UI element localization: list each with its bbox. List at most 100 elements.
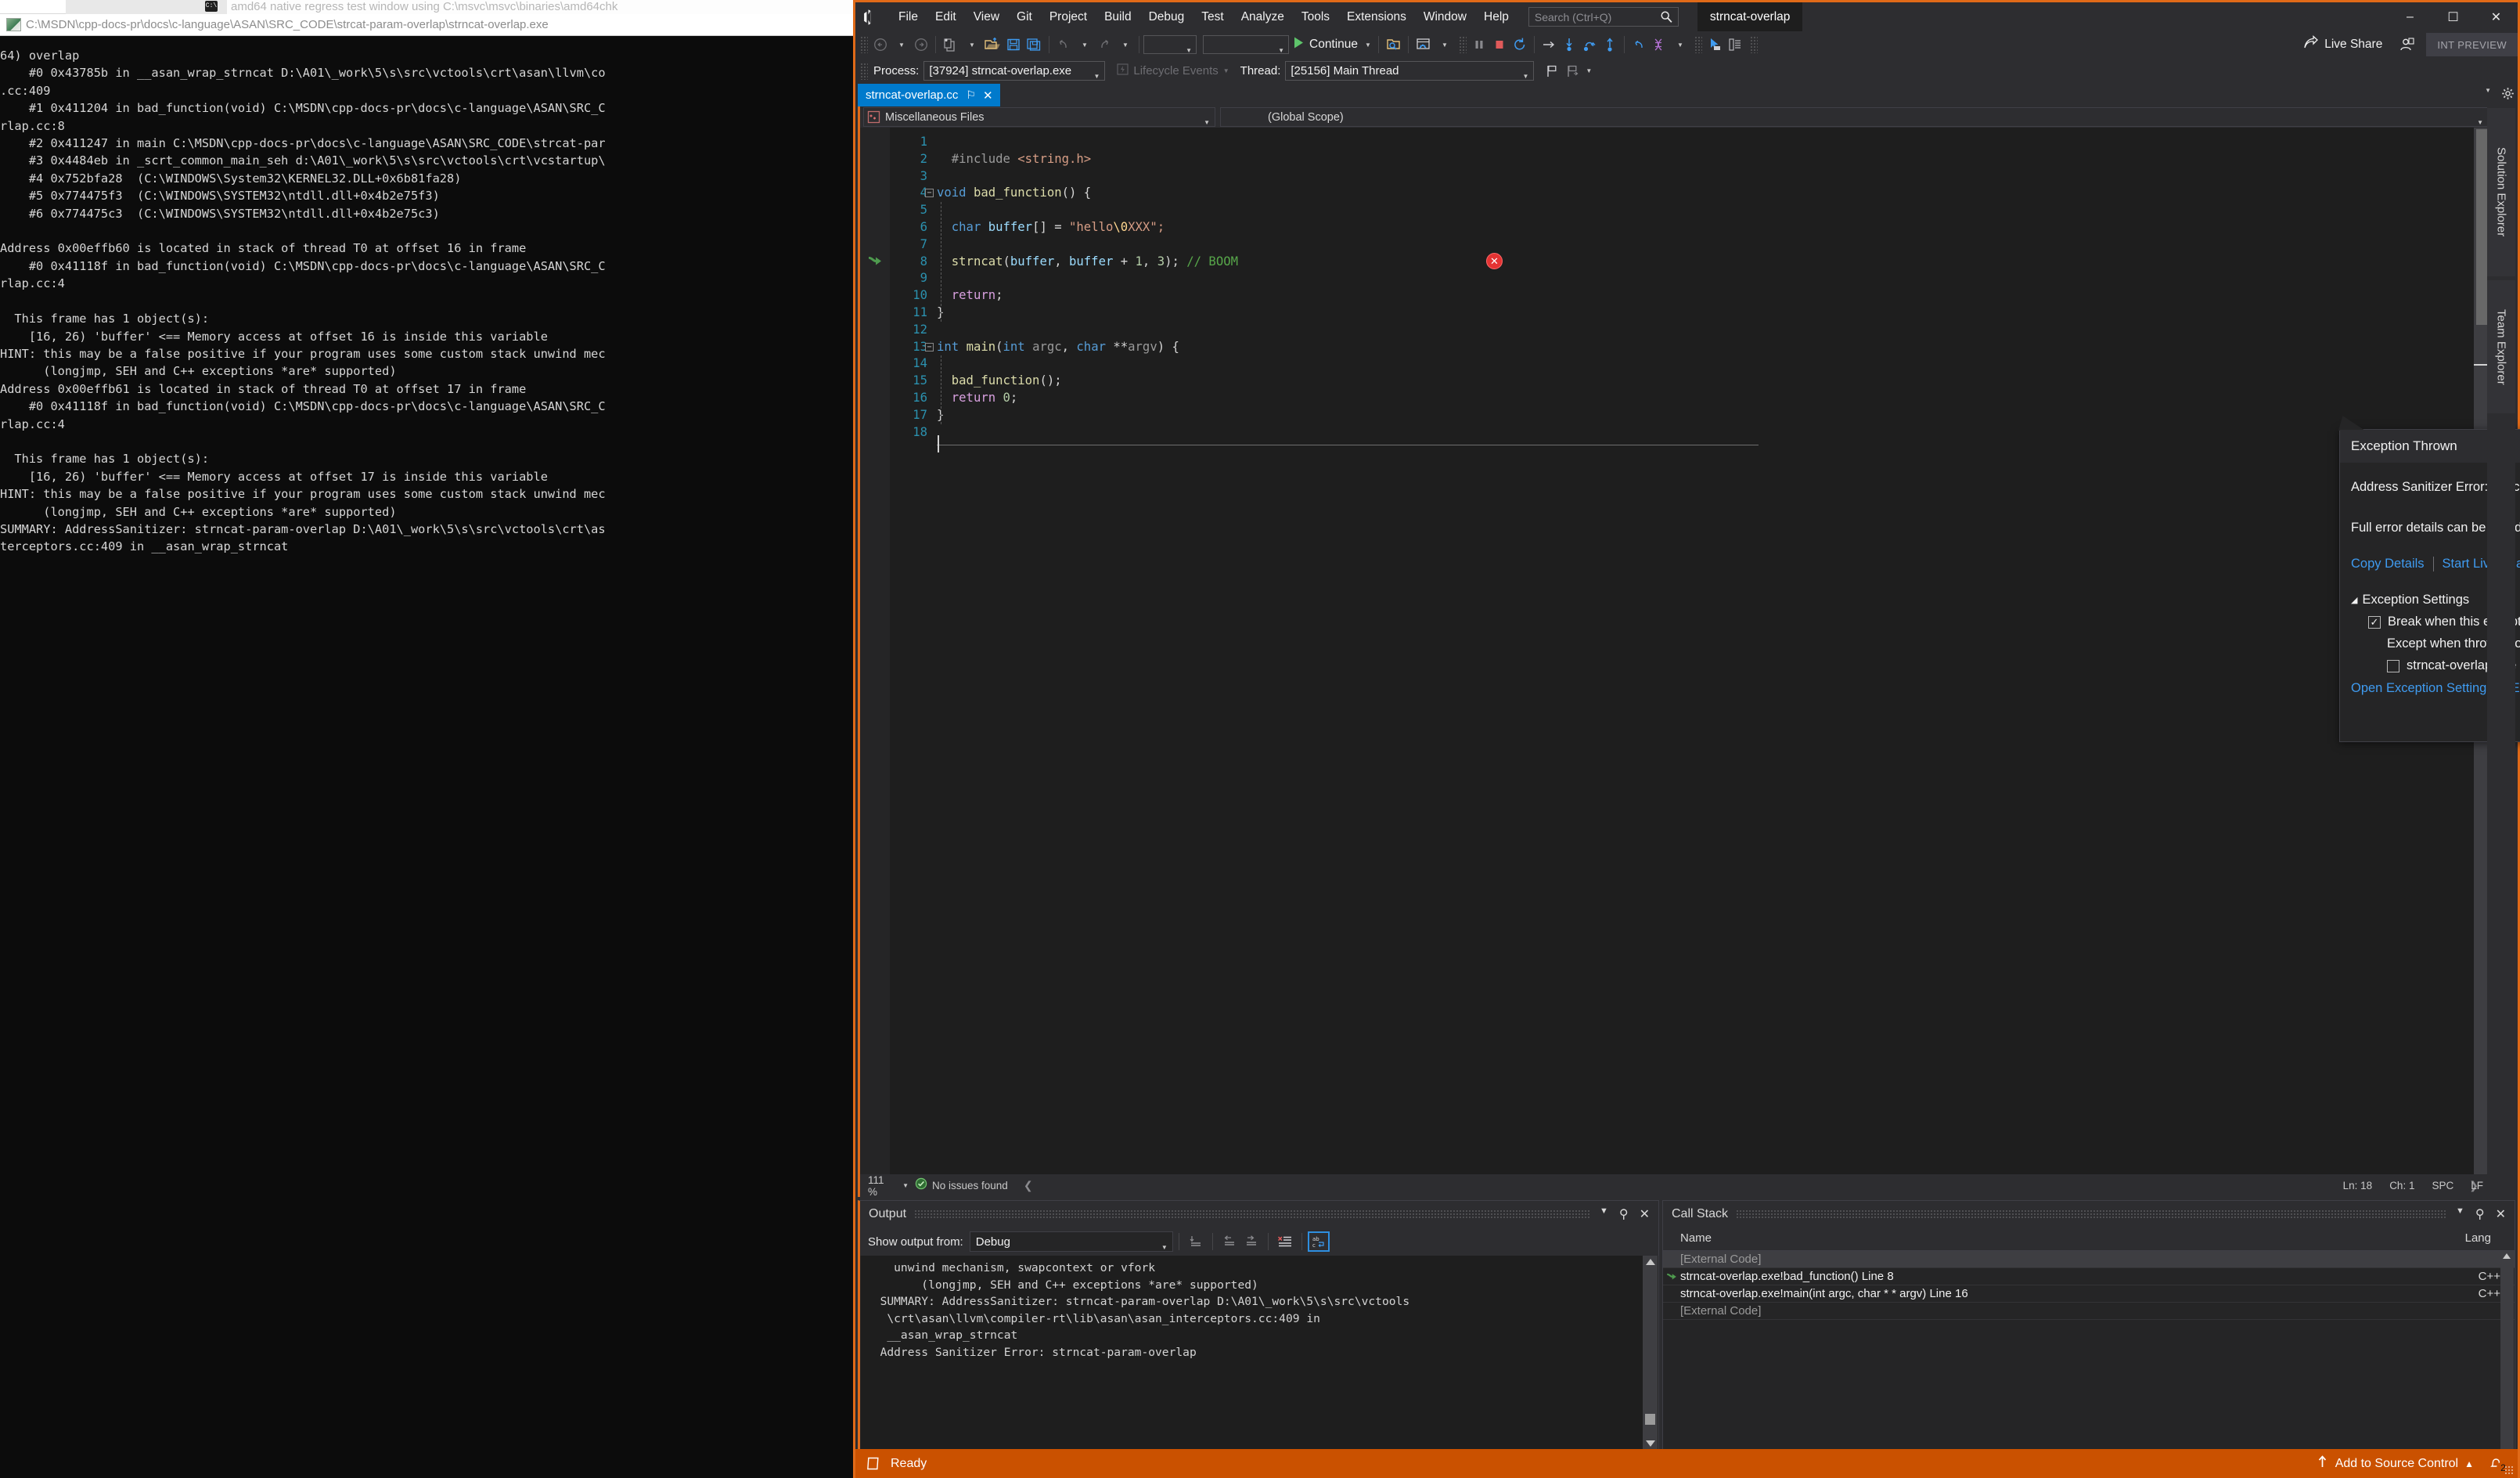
call-stack-row[interactable]: [External Code] <box>1663 1303 2515 1320</box>
hot-reload-dropdown-icon[interactable]: ▼ <box>1434 34 1454 55</box>
menu-item-debug[interactable]: Debug <box>1140 2 1193 31</box>
menu-item-view[interactable]: View <box>965 2 1008 31</box>
restart-icon[interactable] <box>1510 34 1530 55</box>
live-share-button[interactable]: Live Share <box>2299 34 2387 55</box>
code-line[interactable]: 5 <box>860 202 2476 219</box>
prev-issue-icon[interactable]: ❮ <box>1024 1179 1033 1192</box>
zoom-level-combo[interactable]: 111 % ▼ <box>863 1174 909 1198</box>
scrollbar-thumb[interactable] <box>2476 129 2487 325</box>
code-line[interactable]: 7 <box>860 236 2476 254</box>
close-icon[interactable]: ✕ <box>983 88 993 103</box>
chevron-down-icon[interactable]: ▼ <box>2456 1206 2464 1222</box>
configuration-combo[interactable]: ▼ <box>1143 35 1197 54</box>
output-vertical-scrollbar[interactable] <box>1643 1256 1658 1451</box>
redo-dropdown-icon[interactable]: ▼ <box>1114 34 1135 55</box>
account-icon[interactable] <box>2396 34 2417 55</box>
pin-icon[interactable]: ⚲ <box>2475 1206 2485 1222</box>
code-line[interactable]: 3 <box>860 168 2476 186</box>
toolbar-grip[interactable] <box>1749 36 1758 53</box>
navigate-backward-icon[interactable] <box>870 34 891 55</box>
vertical-tab-team-explorer[interactable]: Team Explorer <box>2487 280 2515 413</box>
menu-item-edit[interactable]: Edit <box>927 2 965 31</box>
column-header-lang[interactable]: Lang <box>2465 1231 2491 1245</box>
redo-icon[interactable] <box>1094 34 1114 55</box>
menu-item-test[interactable]: Test <box>1193 2 1232 31</box>
stop-debugging-icon[interactable] <box>1489 34 1510 55</box>
close-button[interactable]: ✕ <box>2475 2 2518 31</box>
menu-item-git[interactable]: Git <box>1008 2 1041 31</box>
console-titlebar[interactable]: C:\MSDN\cpp-docs-pr\docs\c-language\ASAN… <box>0 14 853 36</box>
member-scope-combo[interactable]: (Global Scope) ▼ <box>1220 107 2489 127</box>
code-text-area[interactable]: 12 #include <string.h> 3 4− void bad_functi… <box>860 128 2476 1174</box>
menu-item-project[interactable]: Project <box>1041 2 1096 31</box>
flag-thread-icon[interactable] <box>1542 61 1562 81</box>
code-line[interactable]: 14 <box>860 355 2476 373</box>
close-icon[interactable]: ✕ <box>2496 1206 2506 1222</box>
go-to-previous-message-icon[interactable] <box>1219 1231 1240 1252</box>
threads-dropdown-icon[interactable]: ▼ <box>1669 34 1690 55</box>
lifecycle-dropdown-icon[interactable]: ▼ <box>1223 67 1229 74</box>
hot-reload-icon[interactable] <box>1413 34 1434 55</box>
copy-details-link[interactable]: Copy Details <box>2351 557 2425 571</box>
gear-icon[interactable] <box>2501 87 2515 104</box>
code-line[interactable]: 4− void bad_function() { <box>860 185 2476 202</box>
continue-dropdown-icon[interactable]: ▼ <box>1365 41 1371 49</box>
debugbar-grip[interactable] <box>860 62 868 80</box>
toolbar-grip[interactable] <box>1458 36 1467 53</box>
scrollbar-thumb[interactable] <box>1645 1414 1655 1425</box>
toolbar-grip[interactable] <box>1694 36 1702 53</box>
code-line[interactable]: 15 bad_function(); <box>860 373 2476 390</box>
toolbar-grip[interactable] <box>860 36 868 53</box>
live-visual-tree-icon[interactable] <box>1725 34 1745 55</box>
collapse-region-icon[interactable]: − <box>925 189 934 198</box>
save-icon[interactable] <box>1003 34 1024 55</box>
menu-item-analyze[interactable]: Analyze <box>1233 2 1293 31</box>
output-text-content[interactable]: unwind mechanism, swapcontext or vfork (… <box>861 1256 1646 1451</box>
scroll-up-arrow-icon[interactable] <box>2503 1253 2511 1259</box>
navigate-backward-dropdown-icon[interactable]: ▼ <box>891 34 911 55</box>
tab-strncat-overlap-cc[interactable]: strncat-overlap.cc ⚐ ✕ <box>858 84 1000 106</box>
search-input[interactable]: Search (Ctrl+Q) <box>1528 7 1679 27</box>
thread-combo[interactable]: [25156] Main Thread ▼ <box>1285 61 1535 81</box>
call-stack-row[interactable]: strncat-overlap.exe!main(int argc, char … <box>1663 1285 2515 1303</box>
undo-icon[interactable] <box>1053 34 1074 55</box>
code-line[interactable]: 13− int main(int argc, char **argv) { <box>860 339 2476 356</box>
line-ending-indicator[interactable]: LF <box>2471 1180 2483 1191</box>
active-files-dropdown-icon[interactable]: ▼ <box>2485 87 2491 104</box>
vertical-tab-solution-explorer[interactable]: Solution Explorer <box>2487 108 2515 276</box>
menu-item-file[interactable]: File <box>890 2 927 31</box>
step-out-icon[interactable] <box>1600 34 1620 55</box>
add-to-source-control-button[interactable]: Add to Source Control <box>2335 1457 2458 1471</box>
code-line[interactable]: 2 #include <string.h> <box>860 151 2476 168</box>
code-line[interactable]: 17} <box>860 407 2476 424</box>
break-on-exception-checkbox[interactable]: ✓ <box>2368 615 2381 629</box>
menu-item-tools[interactable]: Tools <box>1293 2 1338 31</box>
platform-combo[interactable]: ▼ <box>1203 35 1289 54</box>
clear-all-icon[interactable] <box>1274 1231 1296 1252</box>
open-file-icon[interactable] <box>981 34 1003 55</box>
maximize-button[interactable]: ☐ <box>2432 2 2475 31</box>
minimize-button[interactable]: – <box>2389 2 2432 31</box>
project-scope-combo[interactable]: Miscellaneous Files ▼ <box>863 107 1215 127</box>
open-exception-settings-link[interactable]: Open Exception Settings <box>2351 681 2493 696</box>
step-into-icon[interactable] <box>1559 34 1579 55</box>
menu-item-extensions[interactable]: Extensions <box>1338 2 1415 31</box>
close-icon[interactable]: ✕ <box>1640 1206 1650 1222</box>
column-header-name[interactable]: Name <box>1680 1231 1712 1245</box>
code-line[interactable]: 6 char buffer[] = "hello\0XXX"; <box>860 219 2476 236</box>
new-project-dropdown-icon[interactable]: ▼ <box>961 34 981 55</box>
navigate-forward-icon[interactable] <box>911 34 931 55</box>
drag-dots[interactable] <box>914 1209 1590 1219</box>
code-line[interactable]: 12 <box>860 322 2476 339</box>
threads-icon[interactable] <box>1649 34 1669 55</box>
issues-indicator[interactable]: No issues found <box>915 1177 1008 1194</box>
module-exclusion-checkbox[interactable] <box>2387 659 2399 672</box>
output-source-combo[interactable]: Debug ▼ <box>969 1231 1173 1252</box>
exception-error-icon[interactable]: ✕ <box>1486 253 1503 269</box>
show-next-statement-icon[interactable] <box>1539 34 1559 55</box>
code-line[interactable]: 16 return 0; <box>860 390 2476 407</box>
drag-dots[interactable] <box>1736 1209 2446 1219</box>
show-flagged-threads-icon[interactable] <box>1562 61 1582 81</box>
process-combo[interactable]: [37924] strncat-overlap.exe ▼ <box>923 61 1106 81</box>
call-stack-row[interactable]: [External Code] <box>1663 1251 2515 1268</box>
